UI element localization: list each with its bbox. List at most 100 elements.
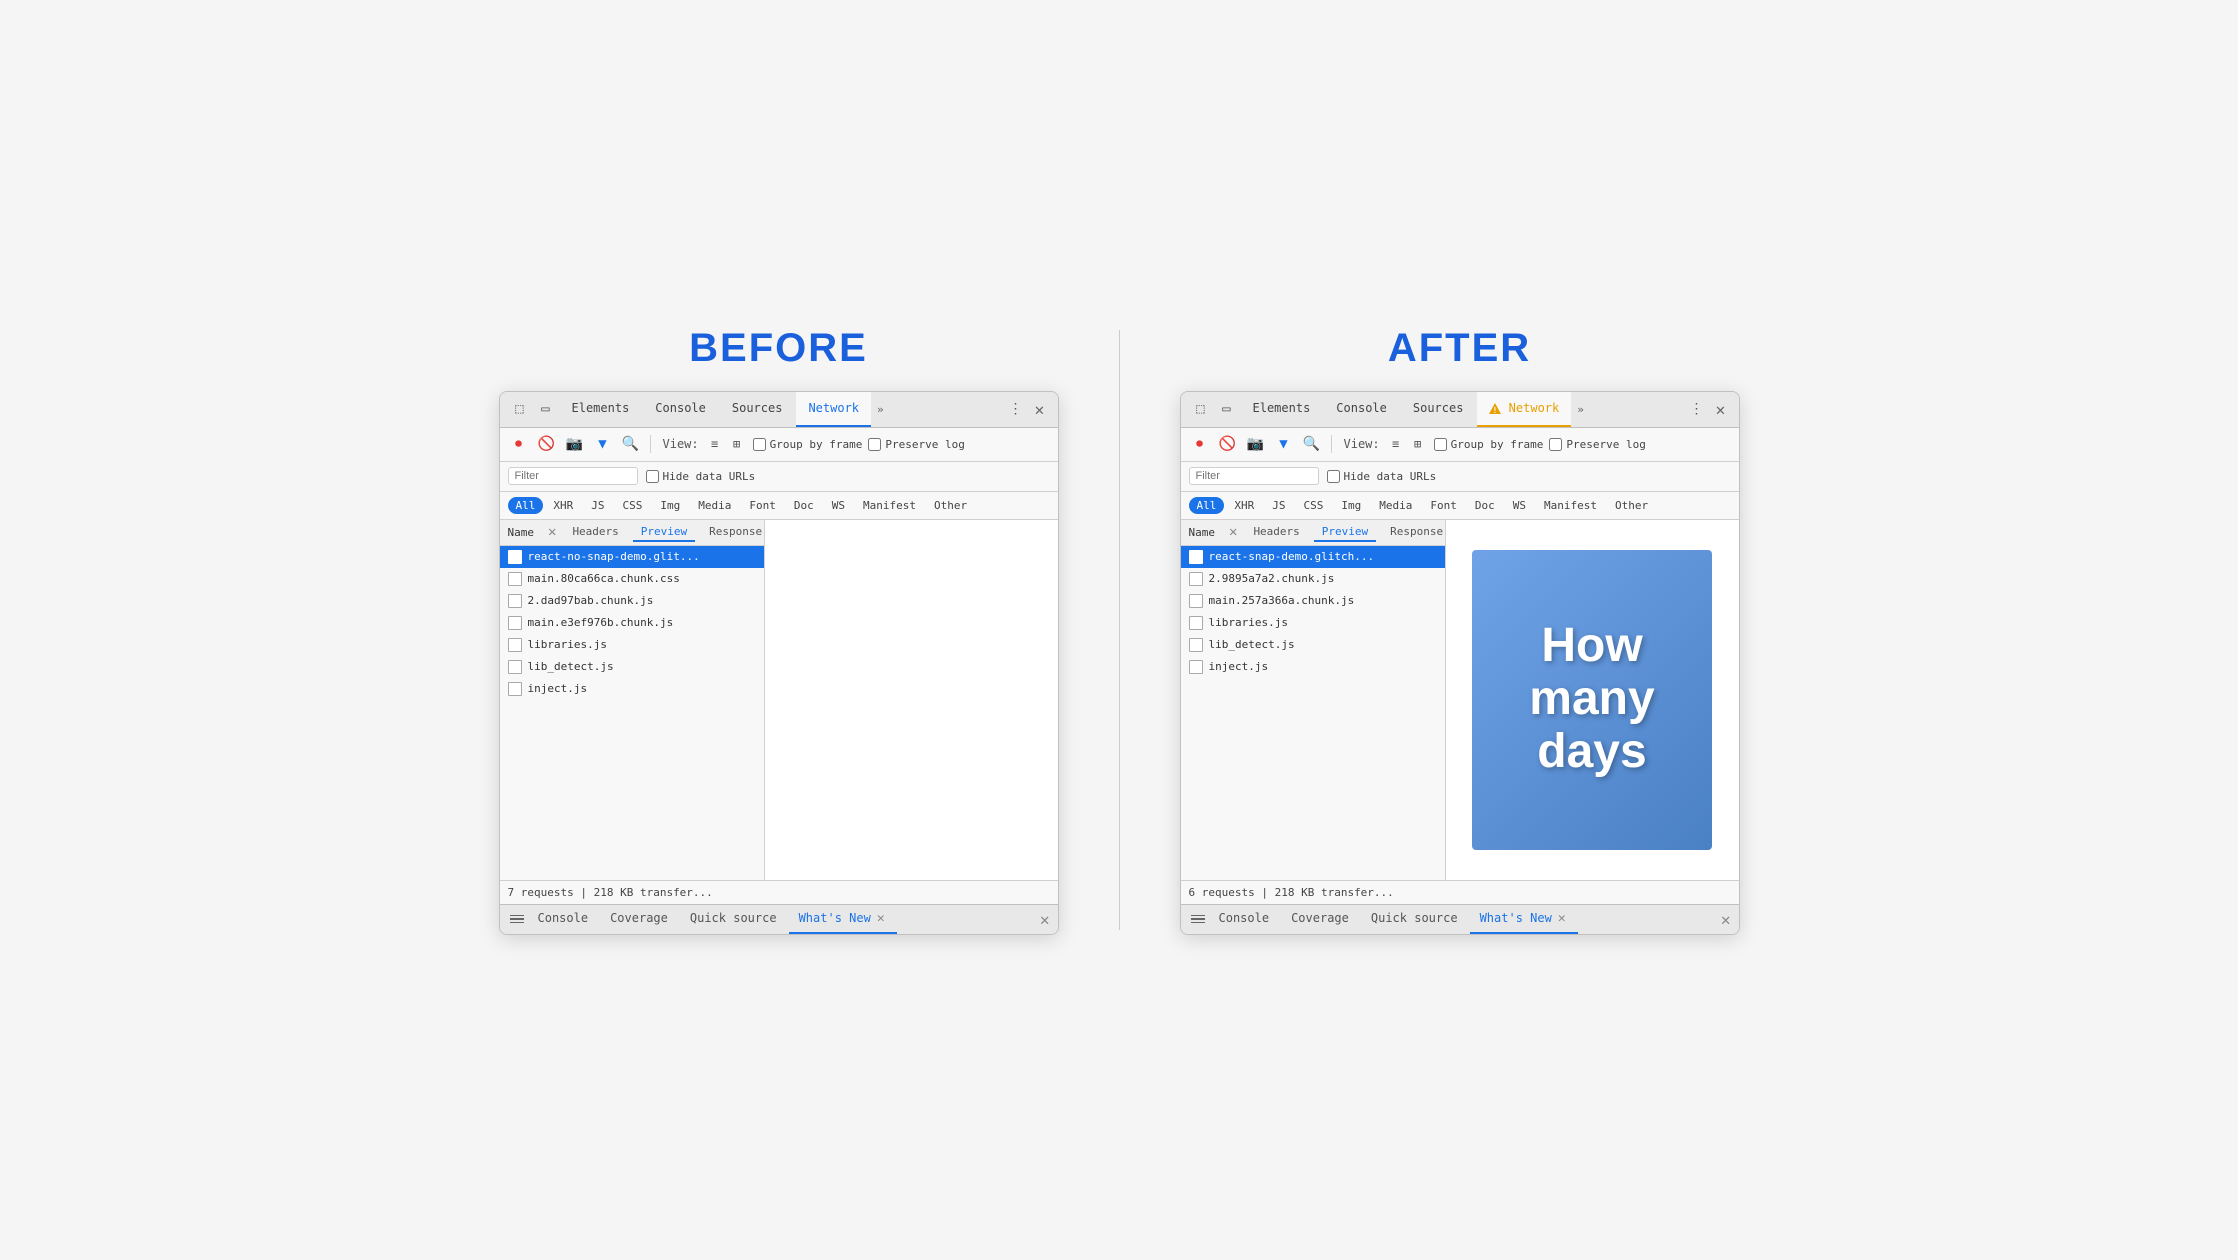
drawer-close-btn[interactable]: ✕	[1040, 910, 1050, 929]
after-tab-elements[interactable]: Elements	[1241, 391, 1323, 427]
after-grid-view-btn[interactable]: ⊞	[1408, 434, 1428, 454]
col-tab-preview[interactable]: Preview	[633, 523, 695, 542]
after-tab-more[interactable]: »	[1573, 403, 1588, 416]
after-file-row-2[interactable]: main.257a366a.chunk.js	[1181, 590, 1445, 612]
after-drawer-menu-icon[interactable]	[1189, 910, 1207, 928]
res-all[interactable]: All	[508, 497, 544, 514]
after-search-btn[interactable]: 🔍	[1301, 433, 1323, 455]
after-group-by-frame-checkbox[interactable]	[1434, 438, 1447, 451]
close-col[interactable]: ✕	[546, 524, 558, 540]
whatsnew-close[interactable]: ✕	[875, 911, 887, 926]
search-btn[interactable]: 🔍	[620, 433, 642, 455]
after-preserve-log-checkbox[interactable]	[1549, 438, 1562, 451]
device-icon[interactable]: ▭	[534, 397, 558, 421]
file-row-1[interactable]: main.80ca66ca.chunk.css	[500, 568, 764, 590]
after-col-tab-preview[interactable]: Preview	[1314, 523, 1376, 542]
preserve-log-checkbox[interactable]	[868, 438, 881, 451]
after-whatsnew-close[interactable]: ✕	[1556, 911, 1568, 926]
after-drawer-tab-console[interactable]: Console	[1209, 904, 1280, 934]
camera-btn[interactable]: 📷	[564, 433, 586, 455]
after-inspect-icon[interactable]: ⬚	[1189, 397, 1213, 421]
res-js[interactable]: JS	[583, 497, 612, 514]
after-file-row-3[interactable]: libraries.js	[1181, 612, 1445, 634]
after-res-css[interactable]: CSS	[1296, 497, 1332, 514]
after-col-tab-response[interactable]: Response	[1382, 523, 1445, 542]
after-res-all[interactable]: All	[1189, 497, 1225, 514]
grid-view-btn[interactable]: ⊞	[727, 434, 747, 454]
after-drawer-tab-coverage[interactable]: Coverage	[1281, 904, 1359, 934]
after-res-doc[interactable]: Doc	[1467, 497, 1503, 514]
drawer-tab-console[interactable]: Console	[528, 904, 599, 934]
res-doc[interactable]: Doc	[786, 497, 822, 514]
res-other[interactable]: Other	[926, 497, 975, 514]
inspect-icon[interactable]: ⬚	[508, 397, 532, 421]
file-row-4[interactable]: libraries.js	[500, 634, 764, 656]
col-tab-response[interactable]: Response	[701, 523, 764, 542]
after-file-row-4[interactable]: lib_detect.js	[1181, 634, 1445, 656]
after-list-view-btn[interactable]: ≡	[1386, 434, 1406, 454]
after-drawer-close-btn[interactable]: ✕	[1721, 910, 1731, 929]
hide-urls-checkbox[interactable]	[646, 470, 659, 483]
file-row-5[interactable]: lib_detect.js	[500, 656, 764, 678]
after-hide-urls-label[interactable]: Hide data URLs	[1327, 470, 1437, 483]
file-row-6[interactable]: inject.js	[500, 678, 764, 700]
close-devtools[interactable]: ✕	[1030, 399, 1050, 419]
group-by-frame-checkbox[interactable]	[753, 438, 766, 451]
res-font[interactable]: Font	[741, 497, 784, 514]
after-file-row-5[interactable]: inject.js	[1181, 656, 1445, 678]
after-res-font[interactable]: Font	[1422, 497, 1465, 514]
after-res-other[interactable]: Other	[1607, 497, 1656, 514]
after-file-row-0[interactable]: react-snap-demo.glitch...	[1181, 546, 1445, 568]
after-hide-urls-checkbox[interactable]	[1327, 470, 1340, 483]
res-xhr[interactable]: XHR	[545, 497, 581, 514]
after-preserve-log-label[interactable]: Preserve log	[1549, 438, 1645, 451]
res-manifest[interactable]: Manifest	[855, 497, 924, 514]
after-drawer-tab-whatsnew[interactable]: What's New ✕	[1470, 904, 1578, 934]
record-btn[interactable]: ⏺	[508, 433, 530, 455]
after-file-row-1[interactable]: 2.9895a7a2.chunk.js	[1181, 568, 1445, 590]
group-by-frame-label[interactable]: Group by frame	[753, 438, 863, 451]
after-col-tab-headers[interactable]: Headers	[1245, 523, 1307, 542]
res-css[interactable]: CSS	[615, 497, 651, 514]
filter-input[interactable]	[508, 467, 638, 485]
drawer-tab-quicksource[interactable]: Quick source	[680, 904, 787, 934]
filter-icon[interactable]: ▼	[592, 433, 614, 455]
after-res-img[interactable]: Img	[1333, 497, 1369, 514]
after-res-js[interactable]: JS	[1264, 497, 1293, 514]
after-camera-btn[interactable]: 📷	[1245, 433, 1267, 455]
after-res-xhr[interactable]: XHR	[1226, 497, 1262, 514]
after-res-manifest[interactable]: Manifest	[1536, 497, 1605, 514]
file-row-3[interactable]: main.e3ef976b.chunk.js	[500, 612, 764, 634]
drawer-tab-coverage[interactable]: Coverage	[600, 904, 678, 934]
after-tab-network[interactable]: Network	[1477, 391, 1571, 427]
after-record-btn[interactable]: ⏺	[1189, 433, 1211, 455]
after-group-by-frame-label[interactable]: Group by frame	[1434, 438, 1544, 451]
after-filter-input[interactable]	[1189, 467, 1319, 485]
tab-console[interactable]: Console	[643, 391, 718, 427]
file-row-2[interactable]: 2.dad97bab.chunk.js	[500, 590, 764, 612]
after-close-devtools[interactable]: ✕	[1711, 399, 1731, 419]
tab-elements[interactable]: Elements	[560, 391, 642, 427]
kebab-menu[interactable]: ⋮	[1004, 397, 1028, 421]
drawer-menu-icon[interactable]	[508, 910, 526, 928]
after-tab-sources[interactable]: Sources	[1401, 391, 1476, 427]
tab-network[interactable]: Network	[796, 391, 871, 427]
tab-more[interactable]: »	[873, 403, 888, 416]
clear-btn[interactable]: 🚫	[536, 433, 558, 455]
res-ws[interactable]: WS	[824, 497, 853, 514]
after-filter-icon[interactable]: ▼	[1273, 433, 1295, 455]
res-media[interactable]: Media	[690, 497, 739, 514]
after-res-ws[interactable]: WS	[1505, 497, 1534, 514]
file-row-0[interactable]: react-no-snap-demo.glit...	[500, 546, 764, 568]
after-clear-btn[interactable]: 🚫	[1217, 433, 1239, 455]
drawer-tab-whatsnew[interactable]: What's New ✕	[789, 904, 897, 934]
after-kebab-menu[interactable]: ⋮	[1685, 397, 1709, 421]
list-view-btn[interactable]: ≡	[705, 434, 725, 454]
col-tab-headers[interactable]: Headers	[564, 523, 626, 542]
after-close-col[interactable]: ✕	[1227, 524, 1239, 540]
after-drawer-tab-quicksource[interactable]: Quick source	[1361, 904, 1468, 934]
tab-sources[interactable]: Sources	[720, 391, 795, 427]
after-device-icon[interactable]: ▭	[1215, 397, 1239, 421]
res-img[interactable]: Img	[652, 497, 688, 514]
after-res-media[interactable]: Media	[1371, 497, 1420, 514]
